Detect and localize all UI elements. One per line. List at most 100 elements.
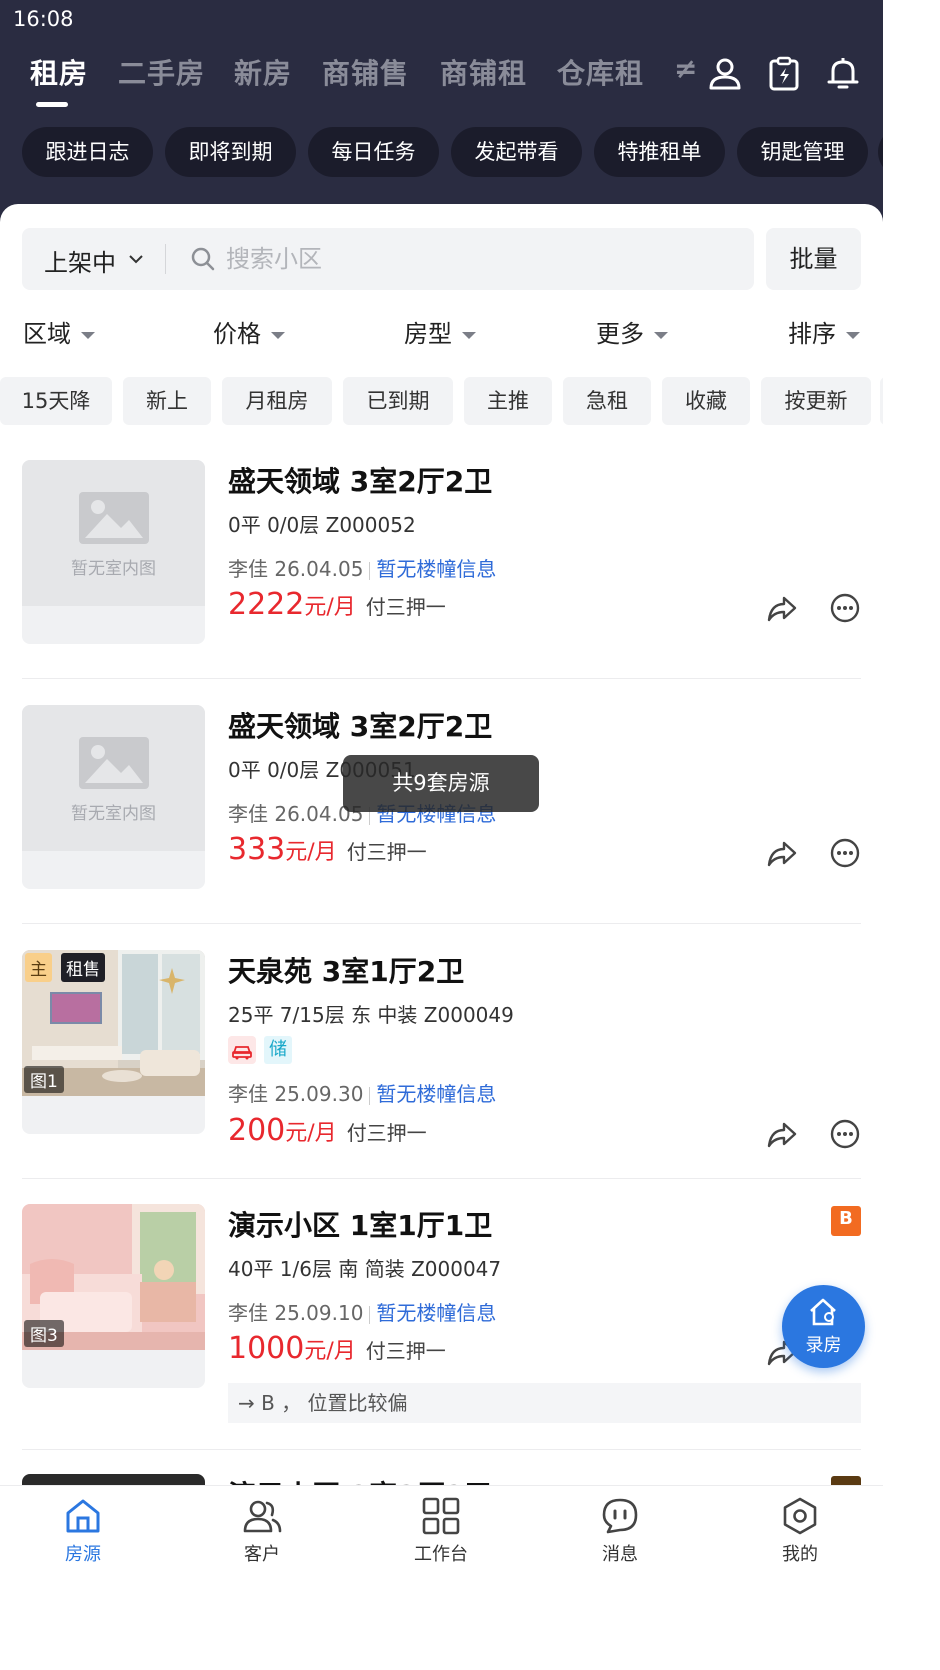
tab-warehouse-rent[interactable]: 仓库租	[557, 52, 644, 92]
top-tabs: 租房 二手房 新房 商铺售 商铺租 仓库租 ≠	[0, 52, 700, 102]
chip-daily-tasks[interactable]: 每日任务	[308, 127, 439, 177]
tab-rent[interactable]: 租房	[30, 52, 88, 92]
divider	[22, 1178, 861, 1179]
nav-profile-label: 我的	[782, 1544, 818, 1565]
tag-expired[interactable]: 已到期	[343, 377, 453, 425]
tag-featured[interactable]: 主推	[464, 377, 552, 425]
status-dropdown[interactable]: 上架中	[44, 243, 116, 278]
more-options-icon[interactable]	[829, 592, 861, 624]
grade-badge: B	[831, 1206, 861, 1236]
building-info-link[interactable]: 暂无楼幢信息	[376, 1301, 496, 1325]
rent-sale-badge: 租售	[61, 953, 105, 982]
add-listing-label: 录房	[805, 1335, 842, 1356]
chip-expiring[interactable]: 即将到期	[165, 127, 296, 177]
batch-button[interactable]: 批量	[766, 228, 861, 290]
house-add-icon	[810, 1298, 836, 1326]
no-image-text: 暂无室内图	[71, 559, 156, 579]
listing-thumbnail: 图3	[22, 1204, 205, 1388]
tag-new[interactable]: 新上	[123, 377, 211, 425]
share-icon[interactable]	[766, 592, 798, 624]
filter-layout[interactable]: 房型	[404, 314, 476, 349]
clipboard-icon[interactable]	[766, 55, 802, 91]
tab-second-hand[interactable]: 二手房	[118, 52, 205, 92]
nav-workbench[interactable]: 工作台	[381, 1486, 501, 1568]
chip-more[interactable]	[878, 127, 883, 177]
no-image-placeholder: 暂无室内图	[22, 705, 205, 851]
listing-price: 333	[228, 832, 286, 867]
price-unit: 元/月	[304, 595, 356, 620]
quick-chips: 跟进日志 即将到期 每日任务 发起带看 特推租单 钥匙管理	[0, 127, 883, 177]
listing-thumbnail: 主 租售 图1	[22, 950, 205, 1134]
building-info-link[interactable]: 暂无楼幢信息	[376, 1082, 496, 1106]
add-listing-button[interactable]: 录房	[782, 1285, 865, 1368]
parking-icon	[228, 1036, 256, 1064]
filter-more[interactable]: 更多	[596, 314, 668, 349]
user-icon[interactable]	[707, 55, 743, 91]
listing-meta: 0平 0/0层 Z000052	[228, 513, 416, 537]
listing-price: 200	[228, 1113, 286, 1148]
chip-follow-log[interactable]: 跟进日志	[22, 127, 153, 177]
hexagon-settings-icon	[783, 1497, 817, 1535]
listing-agent: 李佳 26.04.05	[228, 557, 364, 581]
tab-more[interactable]: ≠	[674, 52, 698, 85]
divider	[22, 923, 861, 924]
tag-favorites[interactable]: 收藏	[662, 377, 750, 425]
listing-card[interactable]: 暂无室内图 盛天领域 3室2厅2卫 0平 0/0层 Z000051 李佳 26.…	[0, 705, 883, 923]
listing-note: → B ， 位置比较偏	[228, 1383, 861, 1423]
listing-card[interactable]: 暂无室内图 盛天领域 3室2厅2卫 0平 0/0层 Z000052 李佳 26.…	[0, 460, 883, 678]
divider	[369, 1305, 371, 1324]
more-options-icon[interactable]	[829, 1118, 861, 1150]
listing-title: 演示小区 1室1厅1卫	[228, 1209, 493, 1242]
tag-more[interactable]	[880, 377, 883, 425]
share-icon[interactable]	[766, 837, 798, 869]
tag-urgent[interactable]: 急租	[563, 377, 651, 425]
header: 16:08 租房 二手房 新房 商铺售 商铺租 仓库租 ≠ 跟进日志 即将到期 …	[0, 0, 883, 230]
caret-down-icon	[846, 331, 860, 339]
chat-icon	[602, 1498, 638, 1534]
tag-by-update[interactable]: 按更新	[761, 377, 871, 425]
listing-thumbnail	[22, 1474, 205, 1485]
bottom-nav: 房源 客户 工作台 消息 我的	[0, 1485, 883, 1568]
tag-price-drop[interactable]: 15天降	[0, 377, 112, 425]
listing-thumbnail: 暂无室内图	[22, 705, 205, 889]
listing-agent: 李佳 25.09.10	[228, 1301, 364, 1325]
share-icon[interactable]	[766, 1118, 798, 1150]
listing-card[interactable]: 演示小区 3室2厅2卫	[0, 1474, 883, 1485]
chip-featured-rentals[interactable]: 特推租单	[594, 127, 725, 177]
filter-more-label: 更多	[596, 320, 644, 348]
listing-title: 演示小区 3室2厅2卫	[228, 1474, 492, 1485]
payment-terms: 付三押一	[365, 595, 446, 619]
tag-monthly[interactable]: 月租房	[222, 377, 332, 425]
listing-meta: 25平 7/15层 东 中装 Z000049	[228, 1003, 514, 1027]
payment-terms: 付三押一	[365, 1339, 446, 1363]
bell-icon[interactable]	[825, 55, 861, 91]
nav-profile[interactable]: 我的	[740, 1486, 860, 1568]
chip-key-management[interactable]: 钥匙管理	[737, 127, 868, 177]
chip-start-viewing[interactable]: 发起带看	[451, 127, 582, 177]
price-unit: 元/月	[304, 1339, 356, 1364]
listing-price: 2222	[228, 587, 305, 622]
payment-terms: 付三押一	[346, 1121, 427, 1145]
listing-title: 天泉苑 3室1厅2卫	[228, 955, 465, 988]
tab-new-home[interactable]: 新房	[234, 52, 292, 92]
divider	[22, 1449, 861, 1450]
tab-shop-rent[interactable]: 商铺租	[440, 52, 527, 92]
listing-price-row: 1000元/月 付三押一	[228, 1331, 446, 1366]
image-count: 图1	[24, 1066, 64, 1093]
nav-listings[interactable]: 房源	[23, 1486, 143, 1568]
price-unit: 元/月	[285, 840, 337, 865]
price-unit: 元/月	[285, 1121, 337, 1146]
listing-card[interactable]: 主 租售 图1 天泉苑 3室1厅2卫 25平 7/15层 东 中装 Z00004…	[0, 950, 883, 1178]
filter-price[interactable]: 价格	[213, 314, 285, 349]
tab-shop-sale[interactable]: 商铺售	[322, 52, 409, 92]
filter-sort[interactable]: 排序	[788, 314, 860, 349]
nav-messages[interactable]: 消息	[560, 1486, 680, 1568]
more-options-icon[interactable]	[829, 837, 861, 869]
nav-clients[interactable]: 客户	[202, 1486, 322, 1568]
building-info-link[interactable]: 暂无楼幢信息	[376, 557, 496, 581]
search-input[interactable]	[226, 240, 726, 278]
filter-area[interactable]: 区域	[23, 314, 95, 349]
no-image-placeholder: 暂无室内图	[22, 460, 205, 606]
filter-sort-label: 排序	[788, 320, 836, 348]
listing-thumbnail: 暂无室内图	[22, 460, 205, 644]
